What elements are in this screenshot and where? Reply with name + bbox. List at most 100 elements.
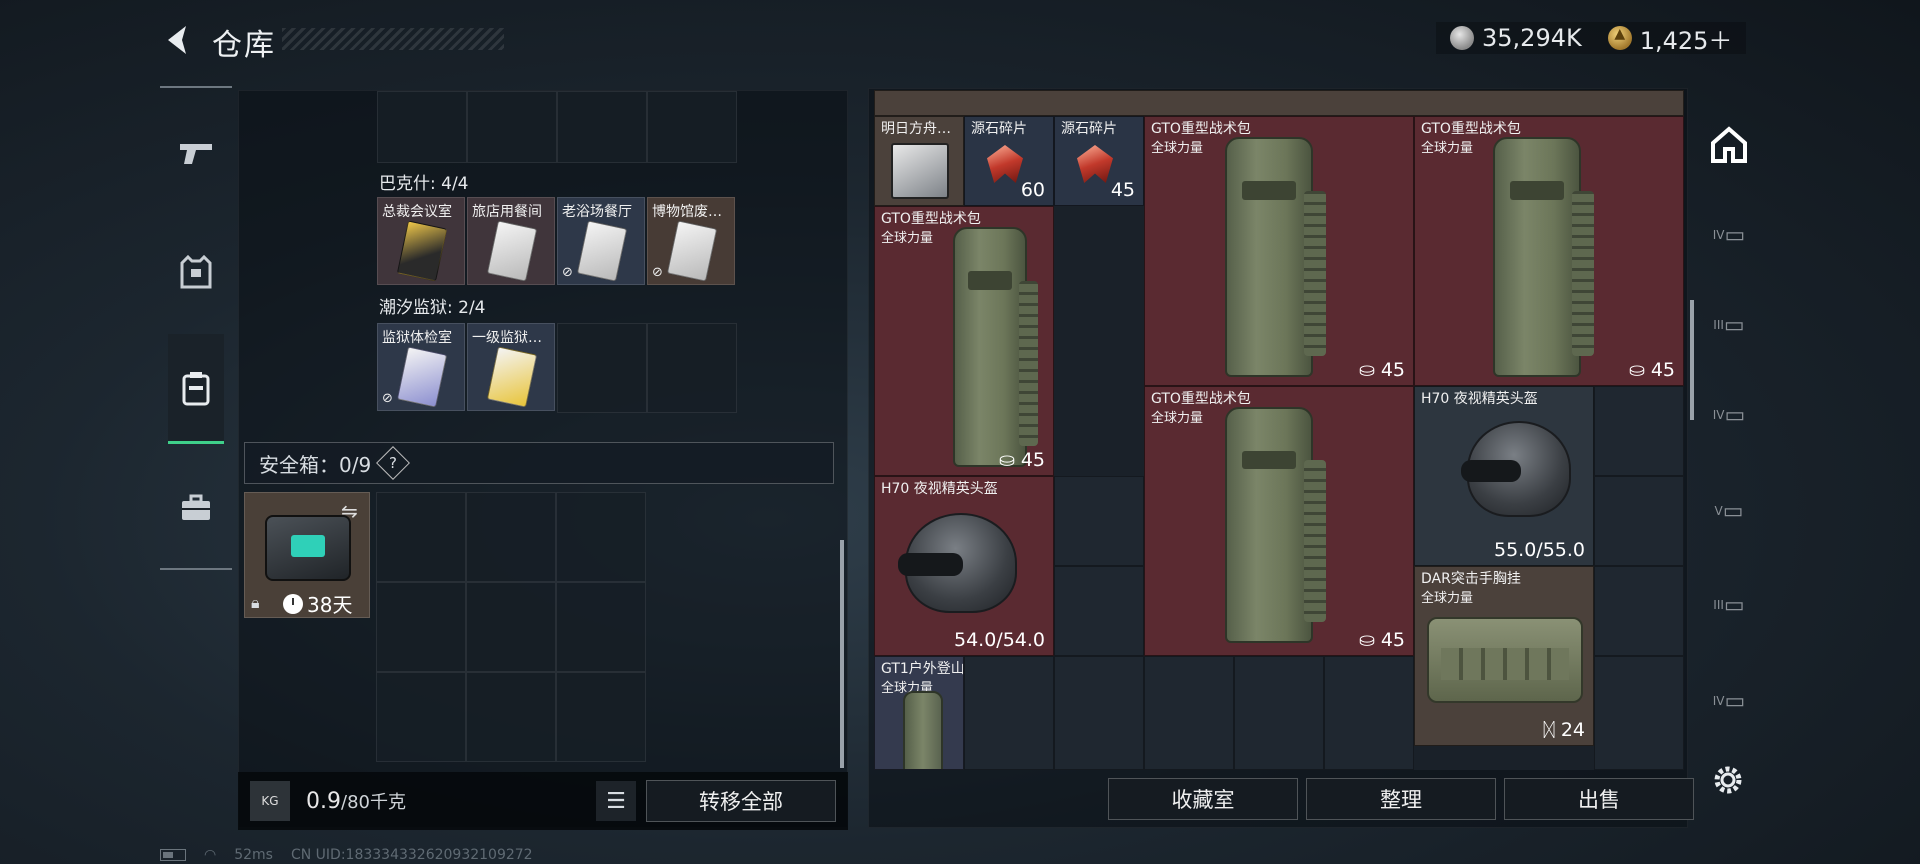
tier-label: V — [1714, 504, 1723, 518]
timer-text: 38天 — [307, 593, 353, 617]
keycard-image — [486, 346, 538, 408]
safebox-image — [265, 515, 351, 581]
grid-cell[interactable] — [467, 91, 557, 163]
case-icon: ▭ — [1724, 402, 1746, 428]
grid-cell[interactable] — [557, 91, 647, 163]
item-qty: ⛀ 45 — [1358, 629, 1405, 651]
grid-cell[interactable] — [964, 656, 1054, 770]
grid-cell[interactable] — [377, 91, 467, 163]
unavailable-icon: ⊘ — [562, 265, 573, 280]
collection-room-button[interactable]: 收藏室 — [1108, 778, 1298, 820]
item-name: 源石碎片 — [1061, 121, 1117, 137]
item-subtitle: 全球力量 — [1151, 141, 1204, 156]
safebox-header: 安全箱：0/9 ? — [244, 442, 834, 484]
grid-cell[interactable] — [376, 492, 466, 582]
armor-vest-icon — [180, 255, 212, 289]
rail-backpack[interactable] — [168, 334, 224, 444]
grid-cell[interactable] — [557, 323, 647, 413]
vest-icon: ᛞ — [1543, 719, 1561, 741]
stash-item-helmet[interactable]: H70 夜视精英头盔 55.0/55.0 — [1414, 386, 1594, 566]
transfer-all-button[interactable]: 转移全部 — [646, 780, 836, 822]
home-icon — [1711, 126, 1747, 163]
grid-cell[interactable] — [647, 91, 737, 163]
help-icon[interactable]: ? — [376, 446, 411, 480]
rail-tier-filter[interactable]: IV ▭ — [1704, 390, 1754, 440]
item-qty: ⛀ 45 — [998, 449, 1045, 471]
grid-cell[interactable] — [376, 672, 466, 762]
vest-image — [1427, 617, 1583, 703]
stash-item-backpack[interactable]: GT1户外登山包 全球力量 — [874, 656, 964, 770]
ticket-icon: ▲ — [1607, 26, 1632, 50]
stash-item-backpack[interactable]: GTO重型战术包 全球力量 ⛀ 45 — [1144, 116, 1414, 386]
safebox-label: 安全箱：0/9 — [259, 452, 372, 477]
stash-item-helmet[interactable]: H70 夜视精英头盔 54.0/54.0 — [874, 476, 1054, 656]
left-scrollbar[interactable] — [840, 540, 844, 768]
item-name: H70 夜视精英头盔 — [1421, 391, 1538, 407]
stash-item-shard[interactable]: 源石碎片 60 — [964, 116, 1054, 206]
keycard-image — [396, 220, 448, 282]
keycard-slot[interactable]: 博物馆废… ⊘ — [647, 197, 735, 285]
grid-cell[interactable] — [1594, 476, 1684, 566]
grid-cell[interactable] — [1054, 566, 1144, 656]
grid-cell[interactable] — [376, 582, 466, 672]
item-qty: 60 — [1020, 179, 1045, 201]
stash-item-backpack[interactable]: GTO重型战术包 全球力量 ⛀ 45 — [1144, 386, 1414, 656]
tier-label: IV — [1712, 694, 1725, 708]
item-qty: ᛞ 24 — [1543, 719, 1585, 741]
rail-tier-filter[interactable]: III ▭ — [1704, 300, 1754, 350]
sort-button[interactable]: 整理 — [1306, 778, 1496, 820]
right-scrollbar[interactable] — [1690, 300, 1694, 420]
keycard-slot[interactable]: 监狱体检室 ⊘ — [377, 323, 465, 411]
item-name: 明日方舟… — [881, 121, 951, 137]
keycard-image — [576, 220, 628, 282]
rail-tier-filter[interactable]: IV ▭ — [1704, 676, 1754, 726]
unavailable-icon: ⊘ — [652, 265, 663, 280]
grid-cell[interactable] — [1234, 656, 1324, 770]
grid-cell[interactable] — [556, 492, 646, 582]
ping-text: 52ms — [234, 847, 273, 863]
stash-item-shard[interactable]: 源石碎片 45 — [1054, 116, 1144, 206]
backpack-icon — [182, 371, 210, 405]
keycard-slot[interactable]: 一级监狱… — [467, 323, 555, 411]
stash-item-backpack[interactable]: GTO重型战术包 全球力量 ⛀ 45 — [1414, 116, 1684, 386]
grid-cell[interactable] — [1594, 386, 1684, 476]
grid-cell[interactable] — [1054, 476, 1144, 566]
rail-tier-filter[interactable]: III ▭ — [1704, 580, 1754, 630]
grid-cell[interactable] — [466, 582, 556, 672]
settings-gear-icon[interactable] — [1710, 762, 1746, 798]
rail-safe-house[interactable] — [1704, 120, 1754, 170]
grid-cell[interactable] — [556, 672, 646, 762]
keycard-slot[interactable]: 旅店用餐间 — [467, 197, 555, 285]
keycard-slot[interactable]: 老浴场餐厅 ⊘ — [557, 197, 645, 285]
backpack-image — [903, 691, 943, 769]
rail-equipment[interactable] — [168, 244, 224, 300]
stash-item-card[interactable]: 明日方舟… — [874, 116, 964, 206]
grid-cell[interactable] — [1594, 656, 1684, 770]
item-durability: 55.0/55.0 — [1493, 539, 1585, 561]
back-arrow-icon[interactable] — [160, 22, 196, 58]
item-subtitle: 全球力量 — [1421, 141, 1474, 156]
grid-cell[interactable] — [1594, 566, 1684, 656]
rail-tier-filter[interactable]: V ▭ — [1704, 486, 1754, 536]
grid-cell[interactable] — [466, 672, 556, 762]
sell-button[interactable]: 出售 — [1504, 778, 1694, 820]
grid-cell[interactable] — [1054, 656, 1144, 770]
grid-cell[interactable] — [1144, 656, 1234, 770]
stash-item-vest[interactable]: DAR突击手胸挂 全球力量 ᛞ 24 — [1414, 566, 1594, 746]
ticket-amount[interactable]: 1,425＋ — [1640, 21, 1733, 56]
grid-cell[interactable] — [556, 582, 646, 672]
grid-cell[interactable] — [647, 323, 737, 413]
stash-item-backpack[interactable]: GTO重型战术包 全球力量 ⛀ 45 — [874, 206, 1054, 476]
weight-icon: ⛀ — [1358, 629, 1381, 651]
rail-tier-filter[interactable]: IV ▭ — [1704, 210, 1754, 260]
rail-weapons[interactable] — [168, 124, 224, 180]
list-view-button[interactable]: ☰ — [596, 781, 636, 821]
grid-cell[interactable] — [466, 492, 556, 582]
keycard-slot[interactable]: 总裁会议室 — [377, 197, 465, 285]
item-name: GTO重型战术包 — [1421, 121, 1521, 137]
safebox-card[interactable]: ⇋ 🔒︎ 38天 — [244, 492, 370, 618]
swap-icon[interactable]: ⇋ — [341, 499, 358, 523]
grid-cell[interactable] — [1324, 656, 1414, 770]
rail-briefcase[interactable] — [168, 480, 224, 536]
weight-icon: KG — [250, 781, 290, 821]
